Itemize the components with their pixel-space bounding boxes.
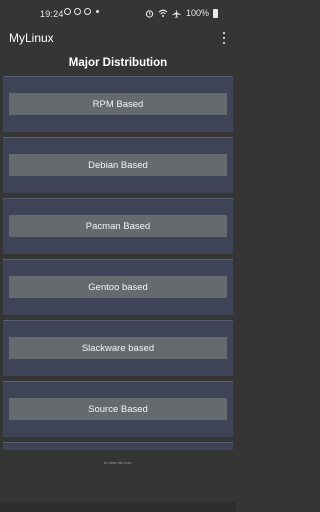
distribution-card: Slackware based xyxy=(3,320,233,376)
battery-percent: 100% xyxy=(185,8,209,18)
source-based-button[interactable]: Source Based xyxy=(9,398,227,420)
distribution-card-partial xyxy=(3,442,233,450)
app-bar: MyLinux xyxy=(0,26,236,52)
debian-based-button[interactable]: Debian Based xyxy=(9,154,227,176)
distribution-card: Gentoo based xyxy=(3,259,233,315)
camera-icon xyxy=(64,8,71,15)
status-right-icons: 100% xyxy=(145,8,218,18)
alarm-icon xyxy=(145,9,154,18)
notification-dot-icon xyxy=(96,10,99,13)
gentoo-based-button[interactable]: Gentoo based xyxy=(9,276,227,298)
app-title: MyLinux xyxy=(9,31,54,45)
distribution-card: Debian Based xyxy=(3,137,233,193)
distribution-list[interactable]: RPM Based Debian Based Pacman Based Gent… xyxy=(1,74,235,450)
distribution-card: Pacman Based xyxy=(3,198,233,254)
airplane-icon xyxy=(172,8,181,18)
slackware-based-button[interactable]: Slackware based xyxy=(9,337,227,359)
status-left-icons xyxy=(64,8,99,15)
section-title: Major Distribution xyxy=(68,57,168,69)
pacman-based-button[interactable]: Pacman Based xyxy=(9,215,227,237)
status-bar: 19:24 100% xyxy=(0,0,236,26)
record-icon xyxy=(74,8,81,15)
more-vert-icon[interactable] xyxy=(221,32,227,44)
screen: 19:24 100% MyLinux Major Distribution RP… xyxy=(0,0,236,512)
distribution-card: RPM Based xyxy=(3,76,233,132)
footer-note: in-view ids note xyxy=(104,460,132,465)
status-time: 19:24 xyxy=(40,9,64,19)
navigation-bar xyxy=(0,502,236,512)
wifi-icon xyxy=(158,9,168,17)
distribution-card: Source Based xyxy=(3,381,233,437)
battery-icon xyxy=(213,8,218,18)
rpm-based-button[interactable]: RPM Based xyxy=(9,93,227,115)
at-icon xyxy=(84,8,91,15)
